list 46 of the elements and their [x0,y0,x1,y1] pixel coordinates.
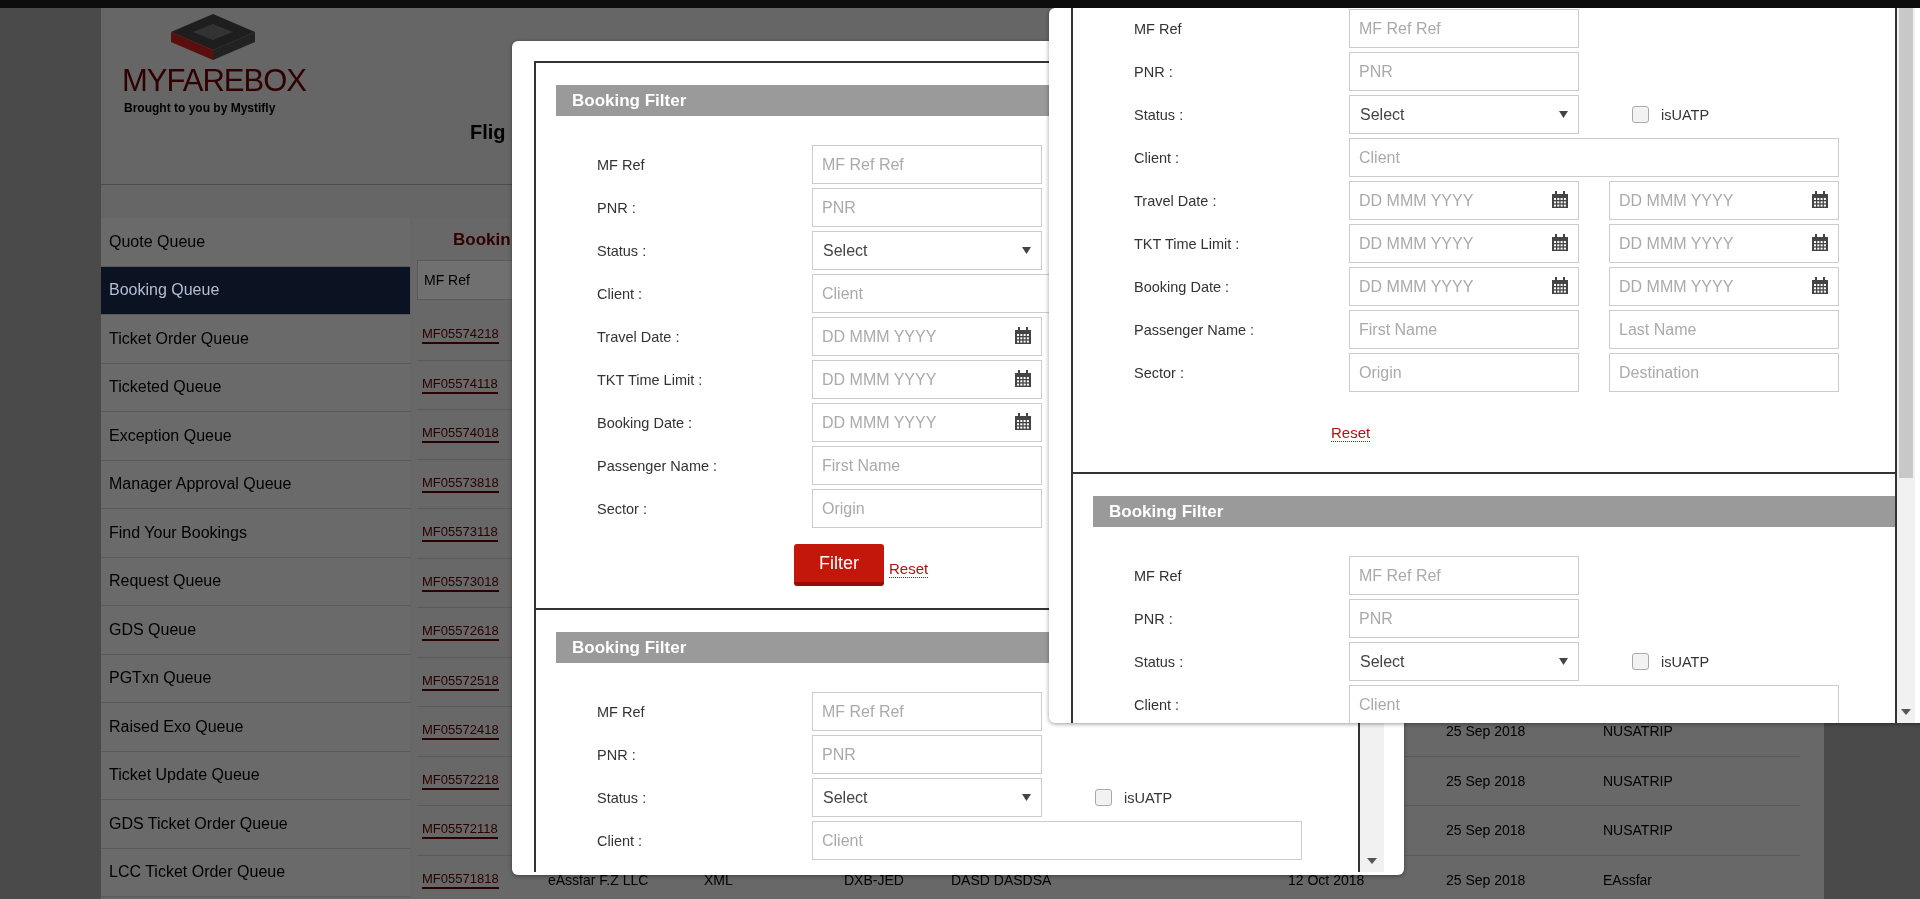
brand-tagline: Brought to you by Mystifly [124,101,276,115]
checkbox-label: isUATP [1661,106,1710,123]
brand-name: MYFAREBOX [122,64,306,98]
field-label: Sector : [1134,364,1185,381]
field-label: Travel Date : [1134,192,1218,209]
section-header: Booking Filter [1093,496,1895,527]
table-cell-text: 25 Sep 2018 [1446,772,1527,789]
field-label: Status : [597,242,648,259]
field-label: Client : [597,832,644,849]
field-label: TKT Time Limit : [597,371,704,388]
field-label: PNR : [1134,63,1174,80]
field-label: MF Ref [597,156,646,173]
table-cell-text: DXB-JED [844,871,905,888]
checkbox-label: isUATP [1124,789,1173,806]
field-label: Booking Date : [1134,278,1231,295]
table-cell-text: NUSATRIP [1603,723,1674,740]
field-label: Client : [597,285,644,302]
table-cell-text: NUSATRIP [1603,822,1674,839]
table-cell-text: NUSATRIP [1603,772,1674,789]
field-label: PNR : [597,199,637,216]
table-cell-text: 25 Sep 2018 [1446,723,1527,740]
table-cell-text: DASD DASDSA [951,871,1053,888]
checkbox-label: isUATP [1661,653,1710,670]
column-header: MF Ref [424,272,470,288]
table-cell-text: 25 Sep 2018 [1446,871,1527,888]
field-label: Client : [1134,696,1181,713]
table-cell-text: XML [704,871,734,888]
table-cell-text: 25 Sep 2018 [1446,822,1527,839]
panel-title: Bookin [453,230,511,251]
field-label: Sector : [597,500,648,517]
field-label: MF Ref [1134,567,1183,584]
field-label: Passenger Name : [597,457,719,474]
field-label: Passenger Name : [1134,321,1256,338]
field-label: Travel Date : [597,328,681,345]
field-label: Booking Date : [597,414,694,431]
field-label: MF Ref [1134,20,1183,37]
page-title: Flig [470,121,506,144]
table-cell-text: eAssfar F.Z LLC [548,871,650,888]
field-label: PNR : [1134,610,1174,627]
field-label: MF Ref [597,703,646,720]
field-label: TKT Time Limit : [1134,235,1241,252]
field-label: Client : [1134,149,1181,166]
table-cell-text: 12 Oct 2018 [1288,871,1366,888]
table-cell-text: EAssfar [1603,871,1653,888]
field-label: Status : [597,789,648,806]
field-label: PNR : [597,746,637,763]
